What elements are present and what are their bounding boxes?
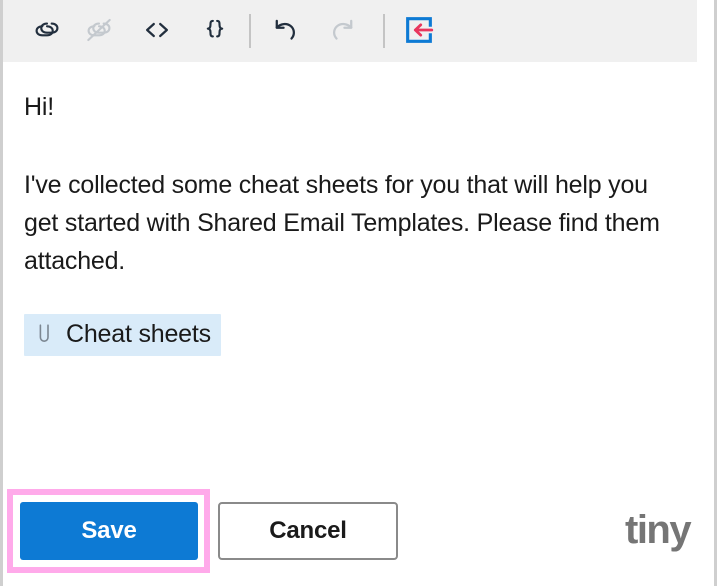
save-button[interactable]: Save: [20, 502, 198, 560]
toolbar-button-undo[interactable]: [263, 9, 307, 53]
paperclip-icon: [32, 321, 56, 347]
code-angle-brackets-icon: [141, 14, 173, 49]
editor-footer: Save Cancel tiny: [3, 480, 714, 586]
toolbar-button-unlink[interactable]: [77, 9, 121, 53]
tiny-brand-logo: tiny: [625, 508, 692, 552]
insert-into-box-arrow-icon: [402, 13, 436, 50]
curly-braces-icon: [199, 14, 231, 49]
toolbar-separator-2: [383, 14, 385, 48]
attachment-chip[interactable]: Cheat sheets: [24, 314, 221, 356]
attachment-label: Cheat sheets: [66, 320, 211, 348]
toolbar-button-insert-template[interactable]: [397, 9, 441, 53]
link-icon: [31, 14, 63, 49]
editor-greeting-paragraph: Hi!: [24, 93, 54, 121]
toolbar-button-redo[interactable]: [321, 9, 365, 53]
editor-content-area[interactable]: Hi! I've collected some cheat sheets for…: [3, 62, 714, 480]
editor-toolbar: [3, 0, 697, 62]
toolbar-separator-1: [249, 14, 251, 48]
window-right-border: [714, 0, 717, 586]
toolbar-button-source-code[interactable]: [135, 9, 179, 53]
unlink-icon: [83, 14, 115, 49]
toolbar-button-link[interactable]: [25, 9, 69, 53]
tinymce-editor-window: Hi! I've collected some cheat sheets for…: [0, 0, 722, 586]
cancel-button[interactable]: Cancel: [218, 502, 398, 560]
toolbar-button-merge-fields[interactable]: [193, 9, 237, 53]
editor-main-paragraph: I've collected some cheat sheets for you…: [24, 171, 660, 275]
undo-arrow-icon: [268, 13, 302, 50]
redo-arrow-icon: [326, 13, 360, 50]
